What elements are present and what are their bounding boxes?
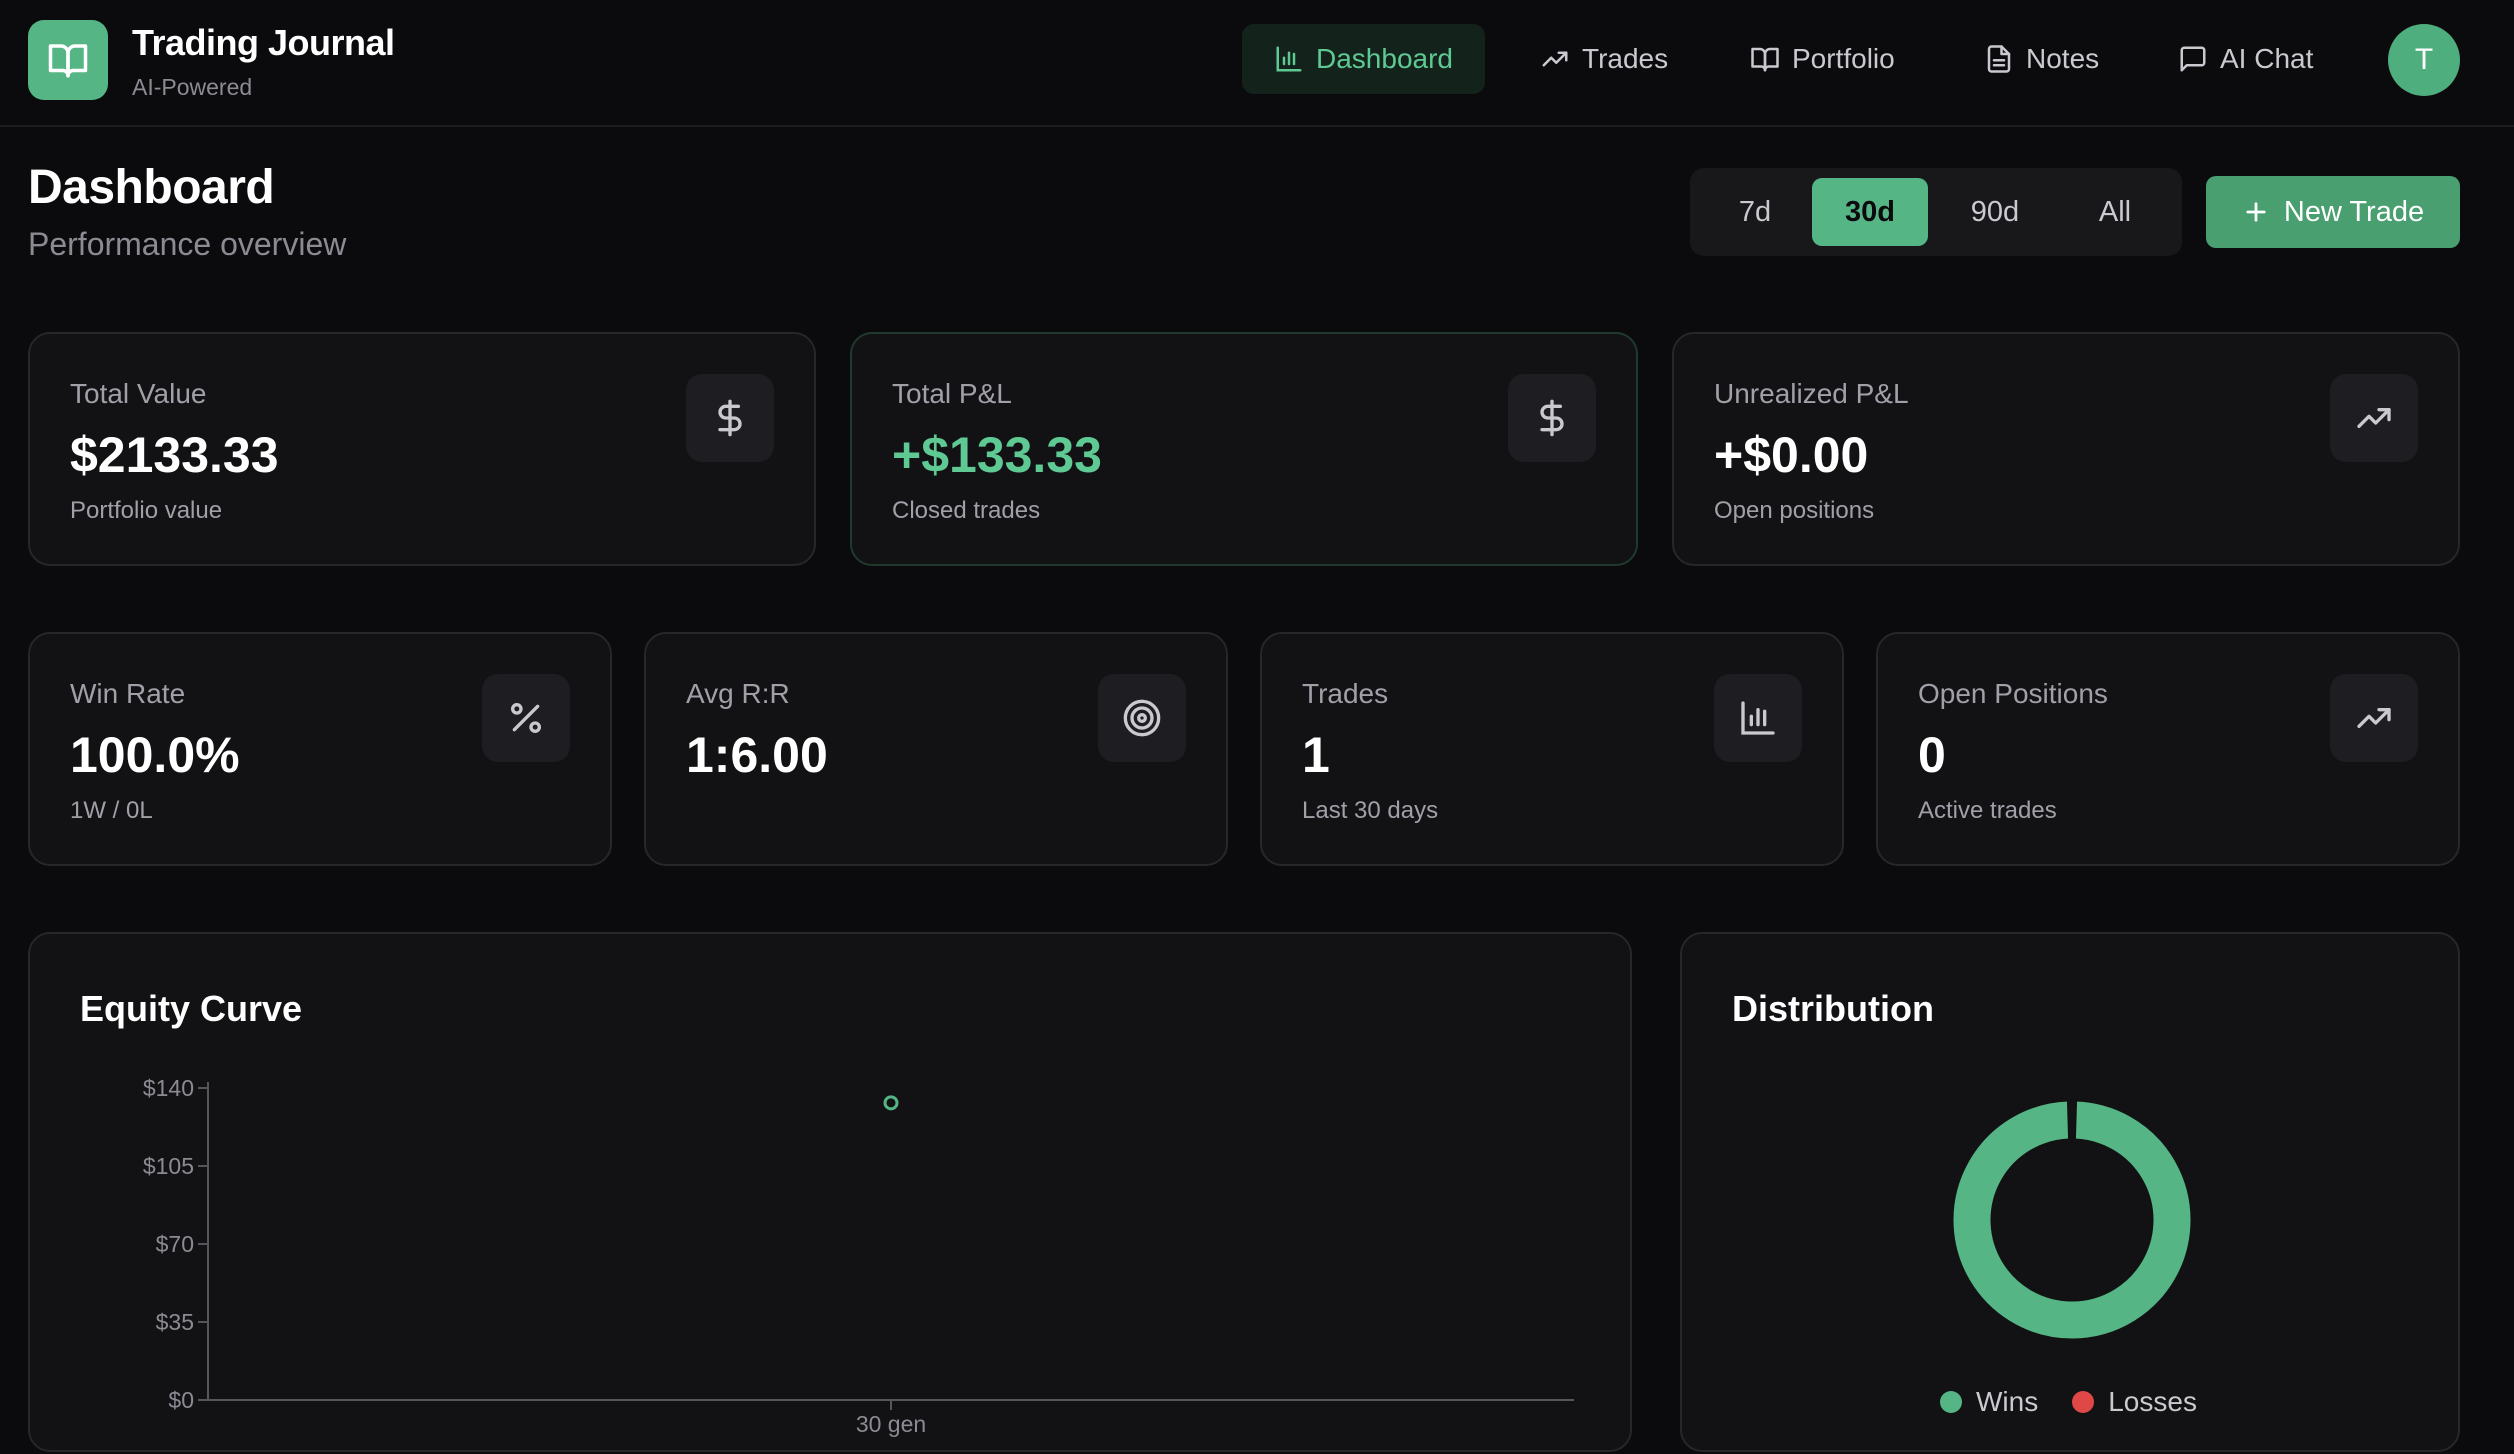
nav-notes[interactable]: Notes: [1952, 24, 2131, 94]
bar-chart-icon: [1274, 44, 1304, 74]
stat-value: 0: [1918, 727, 1946, 783]
legend-swatch-wins: [1940, 1391, 1962, 1413]
x-tick-label: 30 gen: [856, 1411, 926, 1437]
book-open-icon: [1750, 44, 1780, 74]
nav-trades[interactable]: Trades: [1508, 24, 1700, 94]
equity-curve-chart: $140 $105 $70 $35 $0 30 gen: [143, 1075, 1574, 1437]
app-subtitle: AI-Powered: [132, 74, 253, 100]
app-title: Trading Journal: [132, 22, 395, 63]
stat-caption: Last 30 days: [1302, 797, 1439, 824]
stat-card-total-value: Total Value $2133.33 Portfolio value: [28, 332, 816, 566]
nav-ai-chat[interactable]: AI Chat: [2146, 24, 2345, 94]
book-open-icon: [47, 39, 89, 81]
app-logo[interactable]: [28, 20, 108, 100]
stat-label: Avg R:R: [686, 678, 790, 709]
bar-chart-icon: [1714, 674, 1802, 762]
stat-value: +$133.33: [892, 427, 1102, 483]
page-subtitle: Performance overview: [28, 226, 347, 262]
stat-caption: Active trades: [1918, 797, 2057, 824]
stat-label: Open Positions: [1918, 678, 2108, 709]
dollar-icon: [1508, 374, 1596, 462]
equity-curve-panel: Equity Curve $140 $105 $70 $35 $0 30 gen: [28, 932, 1632, 1452]
nav-ai-chat-label: AI Chat: [2220, 43, 2314, 74]
message-icon: [2178, 44, 2208, 74]
stat-value: 1:6.00: [686, 727, 828, 783]
percent-icon: [482, 674, 570, 762]
stat-caption: Closed trades: [892, 497, 1041, 524]
nav-portfolio-label: Portfolio: [1792, 43, 1895, 74]
stat-value: +$0.00: [1714, 427, 1869, 483]
distribution-legend: Wins Losses: [1940, 1386, 2197, 1418]
y-tick-label: $105: [143, 1153, 194, 1179]
stat-label: Unrealized P&L: [1714, 378, 1909, 409]
donut-slice-wins: [1950, 1098, 2194, 1342]
time-range-selector: 7d 30d 90d All: [1690, 168, 2182, 256]
page-title: Dashboard: [28, 161, 275, 214]
new-trade-label: New Trade: [2283, 195, 2425, 228]
stat-card-unrealized-pnl: Unrealized P&L +$0.00 Open positions: [1672, 332, 2460, 566]
user-avatar[interactable]: T: [2388, 24, 2460, 96]
new-trade-button[interactable]: New Trade: [2206, 176, 2460, 248]
nav-dashboard[interactable]: Dashboard: [1242, 24, 1485, 94]
y-tick-label: $0: [168, 1387, 194, 1413]
nav-trades-label: Trades: [1582, 43, 1669, 74]
nav-notes-label: Notes: [2026, 43, 2100, 74]
dollar-icon: [686, 374, 774, 462]
range-30d-button[interactable]: 30d: [1812, 178, 1928, 246]
stat-label: Trades: [1302, 678, 1389, 709]
stat-label: Total Value: [70, 378, 207, 409]
stat-label: Total P&L: [892, 378, 1012, 409]
stat-label: Win Rate: [70, 678, 186, 709]
stat-caption: Open positions: [1714, 497, 1875, 524]
distribution-panel: Distribution Wins Losses: [1680, 932, 2460, 1452]
distribution-donut-chart: [1950, 1098, 2194, 1342]
stat-value: 100.0%: [70, 727, 240, 783]
stat-card-trades: Trades 1 Last 30 days: [1260, 632, 1844, 866]
legend-label-wins: Wins: [1976, 1386, 2039, 1417]
nav-portfolio[interactable]: Portfolio: [1718, 24, 1927, 94]
nav-dashboard-label: Dashboard: [1316, 43, 1453, 74]
legend-item-losses[interactable]: Losses: [2072, 1386, 2197, 1418]
target-icon: [1098, 674, 1186, 762]
stat-caption: 1W / 0L: [70, 797, 153, 824]
trending-up-icon: [2330, 674, 2418, 762]
stat-value: 1: [1302, 727, 1330, 783]
stat-caption: Portfolio value: [70, 497, 223, 524]
legend-item-wins[interactable]: Wins: [1940, 1386, 2038, 1418]
file-text-icon: [1984, 44, 2014, 74]
y-tick-label: $140: [143, 1075, 194, 1101]
range-90d-button[interactable]: 90d: [1934, 178, 2056, 246]
trending-up-icon: [1540, 44, 1570, 74]
y-tick-label: $35: [156, 1309, 194, 1335]
range-all-button[interactable]: All: [2062, 178, 2168, 246]
legend-swatch-losses: [2072, 1391, 2095, 1413]
stat-card-win-rate: Win Rate 100.0% 1W / 0L: [28, 632, 612, 866]
stat-card-total-pnl: Total P&L +$133.33 Closed trades: [850, 332, 1638, 566]
equity-data-point: [883, 1095, 899, 1111]
legend-label-losses: Losses: [2108, 1386, 2197, 1417]
stat-card-open-positions: Open Positions 0 Active trades: [1876, 632, 2460, 866]
stat-value: $2133.33: [70, 427, 279, 483]
y-tick-label: $70: [156, 1231, 194, 1257]
range-7d-button[interactable]: 7d: [1702, 178, 1808, 246]
trending-up-icon: [2330, 374, 2418, 462]
plus-icon: [2242, 198, 2270, 226]
stat-card-avg-rr: Avg R:R 1:6.00: [644, 632, 1228, 866]
